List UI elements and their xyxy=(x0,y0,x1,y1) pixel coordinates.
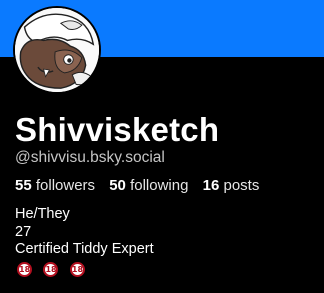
bio-tagline: Certified Tiddy Expert xyxy=(15,241,154,257)
following-label: following xyxy=(130,177,189,194)
followers-count: 55 xyxy=(15,177,32,194)
posts-stat: 16 posts xyxy=(203,177,260,195)
followers-stat[interactable]: 55 followers xyxy=(15,177,95,195)
bio-age: 27 xyxy=(15,223,32,240)
followers-label: followers xyxy=(35,177,96,194)
no-under-18-icon: 18 xyxy=(69,262,85,277)
following-stat[interactable]: 50 following xyxy=(109,177,188,195)
bio-pronouns: He/They xyxy=(15,206,70,222)
following-count: 50 xyxy=(109,177,126,194)
no-under-18-icon: 18 xyxy=(17,262,32,277)
avatar-image xyxy=(15,8,99,92)
bio-emoji-row: 18 18 18 xyxy=(17,259,92,277)
posts-count: 16 xyxy=(202,177,220,194)
posts-label: posts xyxy=(223,177,260,194)
display-name: Shivvisketch xyxy=(15,111,220,148)
profile-stats: 55 followers 50 following 16 posts xyxy=(15,177,269,195)
profile-handle[interactable]: @shivvisu.bsky.social xyxy=(15,149,165,167)
no-under-18-icon: 18 xyxy=(43,262,59,277)
avatar[interactable] xyxy=(13,6,101,94)
profile-bio: He/They 27 Certified Tiddy Expert xyxy=(15,206,154,259)
